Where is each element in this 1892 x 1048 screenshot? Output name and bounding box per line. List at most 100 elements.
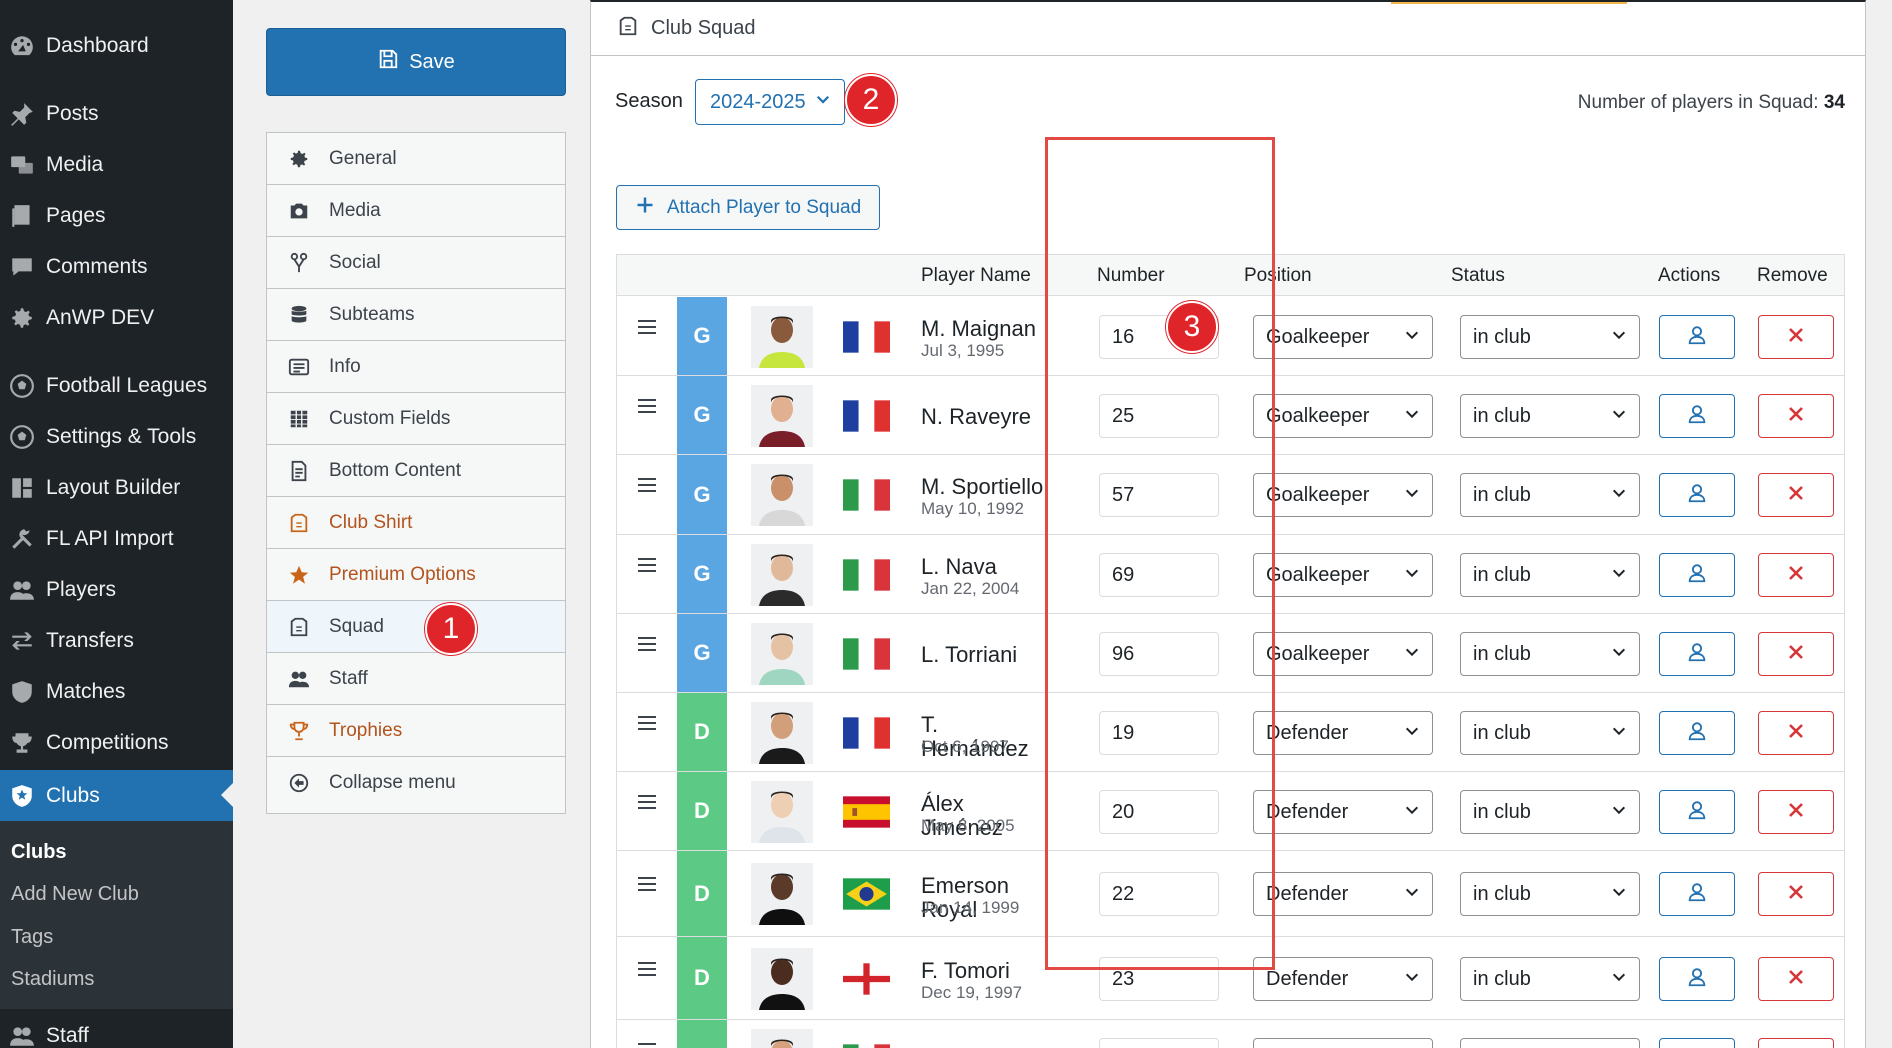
- player-name[interactable]: M. Maignan: [921, 317, 1051, 341]
- menu-settings-tools[interactable]: Settings & Tools: [0, 411, 233, 462]
- position-select[interactable]: Goalkeeper: [1253, 473, 1433, 517]
- number-input[interactable]: 57: [1099, 473, 1219, 517]
- number-input[interactable]: 22: [1099, 872, 1219, 916]
- position-select[interactable]: Defender: [1253, 872, 1433, 916]
- player-action-button[interactable]: [1659, 553, 1735, 597]
- number-input[interactable]: 19: [1099, 711, 1219, 755]
- player-action-button[interactable]: [1659, 790, 1735, 834]
- menu-anwp-dev[interactable]: AnWP DEV: [0, 292, 233, 343]
- number-input[interactable]: 23: [1099, 957, 1219, 1001]
- drag-handle-icon[interactable]: [637, 876, 657, 892]
- drag-handle-icon[interactable]: [637, 961, 657, 977]
- submenu-clubs[interactable]: Clubs: [11, 841, 67, 864]
- menu-football-leagues[interactable]: Football Leagues: [0, 360, 233, 411]
- remove-player-button[interactable]: [1758, 553, 1834, 597]
- remove-player-button[interactable]: [1758, 790, 1834, 834]
- submenu-stadiums[interactable]: Stadiums: [11, 968, 94, 991]
- number-input[interactable]: 20: [1099, 790, 1219, 834]
- drag-handle-icon[interactable]: [637, 319, 657, 335]
- status-select[interactable]: in club: [1460, 872, 1640, 916]
- menu-info[interactable]: Info: [267, 341, 565, 393]
- remove-player-button[interactable]: [1758, 394, 1834, 438]
- menu-social[interactable]: Social: [267, 237, 565, 289]
- drag-handle-icon[interactable]: [637, 477, 657, 493]
- status-select[interactable]: in club: [1460, 315, 1640, 359]
- menu-dashboard[interactable]: Dashboard: [0, 20, 233, 71]
- submenu-tags[interactable]: Tags: [11, 926, 53, 949]
- remove-player-button[interactable]: [1758, 872, 1834, 916]
- position-select[interactable]: Goalkeeper: [1253, 553, 1433, 597]
- player-action-button[interactable]: [1659, 394, 1735, 438]
- menu-staff[interactable]: Staff: [0, 1010, 233, 1048]
- menu-layout-builder[interactable]: Layout Builder: [0, 462, 233, 513]
- remove-player-button[interactable]: [1758, 711, 1834, 755]
- menu-transfers[interactable]: Transfers: [0, 615, 233, 666]
- status-select[interactable]: in club: [1460, 473, 1640, 517]
- drag-handle-icon[interactable]: [637, 557, 657, 573]
- menu-comments[interactable]: Comments: [0, 241, 233, 292]
- menu-fl-api-import[interactable]: FL API Import: [0, 513, 233, 564]
- menu-premium-options[interactable]: Premium Options: [267, 549, 565, 601]
- menu-staff[interactable]: Staff: [267, 653, 565, 705]
- menu-competitions[interactable]: Competitions: [0, 717, 233, 768]
- remove-player-button[interactable]: [1758, 315, 1834, 359]
- submenu-add-new-club[interactable]: Add New Club: [11, 883, 139, 906]
- player-name[interactable]: L. Torriani: [921, 643, 1051, 667]
- status-select[interactable]: in club: [1460, 553, 1640, 597]
- number-input[interactable]: 96: [1099, 632, 1219, 676]
- save-button[interactable]: Save: [266, 28, 566, 96]
- player-name[interactable]: L. Nava: [921, 555, 1051, 579]
- menu-posts[interactable]: Posts: [0, 88, 233, 139]
- remove-player-button[interactable]: [1758, 957, 1834, 1001]
- position-select[interactable]: Goalkeeper: [1253, 632, 1433, 676]
- player-action-button[interactable]: [1659, 872, 1735, 916]
- number-input[interactable]: 69: [1099, 553, 1219, 597]
- drag-handle-icon[interactable]: [637, 398, 657, 414]
- menu-clubs[interactable]: Clubs: [0, 770, 233, 821]
- player-action-button[interactable]: [1659, 711, 1735, 755]
- status-select[interactable]: in club: [1460, 394, 1640, 438]
- position-select[interactable]: Defender: [1253, 711, 1433, 755]
- player-name[interactable]: N. Raveyre: [921, 405, 1051, 429]
- remove-player-button[interactable]: [1758, 473, 1834, 517]
- status-select[interactable]: in club: [1460, 1038, 1640, 1048]
- position-select[interactable]: Defender: [1253, 790, 1433, 834]
- menu-players[interactable]: Players: [0, 564, 233, 615]
- number-input[interactable]: 25: [1099, 394, 1219, 438]
- attach-player-button[interactable]: Attach Player to Squad: [616, 185, 880, 230]
- menu-pages[interactable]: Pages: [0, 190, 233, 241]
- menu-matches[interactable]: Matches: [0, 666, 233, 717]
- remove-player-button[interactable]: [1758, 632, 1834, 676]
- menu-media[interactable]: Media: [267, 185, 565, 237]
- season-select[interactable]: 2024-2025: [695, 79, 845, 125]
- player-action-button[interactable]: [1659, 957, 1735, 1001]
- menu-trophies[interactable]: Trophies: [267, 705, 565, 757]
- player-action-button[interactable]: [1659, 1038, 1735, 1048]
- position-select[interactable]: Defender: [1253, 1038, 1433, 1048]
- player-action-button[interactable]: [1659, 632, 1735, 676]
- menu-media[interactable]: Media: [0, 139, 233, 190]
- remove-player-button[interactable]: [1758, 1038, 1834, 1048]
- drag-handle-icon[interactable]: [637, 636, 657, 652]
- player-name[interactable]: F. Tomori: [921, 959, 1051, 983]
- menu-general[interactable]: General: [267, 133, 565, 185]
- position-select[interactable]: Goalkeeper: [1253, 315, 1433, 359]
- status-select[interactable]: in club: [1460, 957, 1640, 1001]
- drag-handle-icon[interactable]: [637, 794, 657, 810]
- menu-club-shirt[interactable]: Club Shirt: [267, 497, 565, 549]
- drag-handle-icon[interactable]: [637, 1042, 657, 1048]
- position-select[interactable]: Defender: [1253, 957, 1433, 1001]
- player-action-button[interactable]: [1659, 473, 1735, 517]
- number-input[interactable]: 24: [1099, 1038, 1219, 1048]
- status-select[interactable]: in club: [1460, 632, 1640, 676]
- menu-subteams[interactable]: Subteams: [267, 289, 565, 341]
- player-name[interactable]: M. Sportiello: [921, 475, 1051, 499]
- status-select[interactable]: in club: [1460, 790, 1640, 834]
- menu-squad[interactable]: Squad: [267, 601, 565, 653]
- position-select[interactable]: Goalkeeper: [1253, 394, 1433, 438]
- menu-collapse[interactable]: Collapse menu: [267, 757, 565, 809]
- menu-custom-fields[interactable]: Custom Fields: [267, 393, 565, 445]
- player-action-button[interactable]: [1659, 315, 1735, 359]
- drag-handle-icon[interactable]: [637, 715, 657, 731]
- status-select[interactable]: in club: [1460, 711, 1640, 755]
